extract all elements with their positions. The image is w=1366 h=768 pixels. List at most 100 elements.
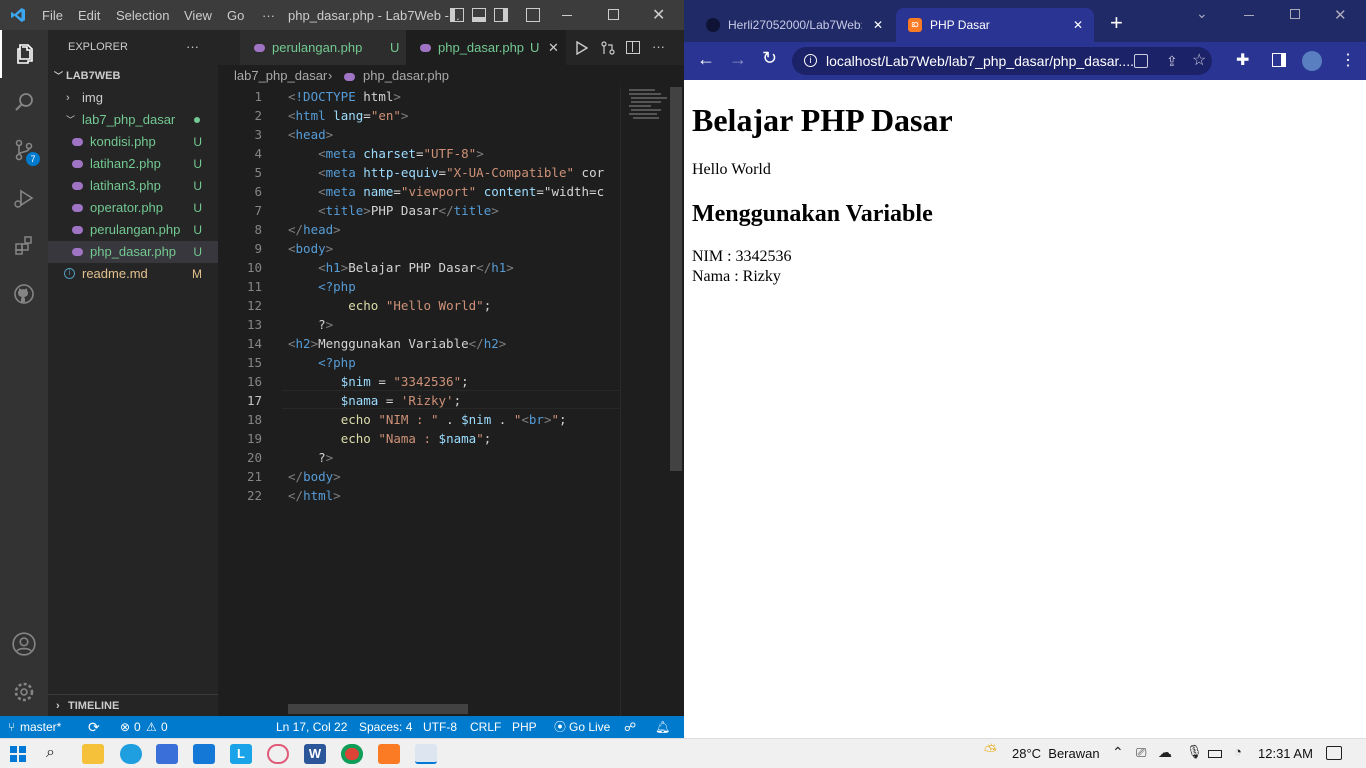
explorer-more-button[interactable]: ··· <box>186 39 199 54</box>
share-icon[interactable]: ⇪ <box>1166 47 1178 75</box>
browser-tab-github[interactable]: Herli27052000/Lab7Web: l ✕ <box>698 8 892 42</box>
horizontal-scrollbar[interactable] <box>288 704 468 714</box>
run-icon[interactable] <box>576 40 589 60</box>
notification-center-icon[interactable] <box>1326 746 1342 760</box>
tree-file-readme[interactable]: i readme.md M <box>48 263 218 285</box>
tree-file-operator[interactable]: operator.php U <box>48 197 218 219</box>
vscode-icon[interactable] <box>415 744 437 764</box>
chevron-up-icon[interactable]: ⌃ <box>1112 744 1124 761</box>
bookmark-star-icon[interactable]: ☆ <box>1192 47 1206 75</box>
tree-file-php-dasar[interactable]: php_dasar.php U <box>48 241 218 263</box>
run-debug-icon[interactable] <box>0 174 48 222</box>
onedrive-icon[interactable]: ☁︎ <box>1158 744 1172 761</box>
tab-search-icon[interactable]: ⌄ <box>1196 5 1208 22</box>
settings-gear-icon[interactable] <box>0 668 48 716</box>
indentation[interactable]: Spaces: 4 <box>359 716 412 738</box>
word-icon[interactable]: W <box>304 744 326 764</box>
url-text[interactable]: localhost/Lab7Web/lab7_php_dasar/php_das… <box>826 47 1134 75</box>
go-live-button[interactable]: Go Live <box>569 716 610 738</box>
secondary-sidebar-icon[interactable] <box>494 8 508 22</box>
feedback-icon[interactable]: ☍ <box>624 716 636 738</box>
menu-view[interactable]: View <box>184 8 212 23</box>
lightshot-icon[interactable]: L <box>230 744 252 764</box>
windows-start-icon[interactable] <box>10 746 26 762</box>
explorer-icon[interactable] <box>0 30 48 78</box>
menu-more[interactable]: ··· <box>262 8 275 23</box>
close-tab-icon[interactable]: ✕ <box>873 8 883 42</box>
back-arrow-icon[interactable]: ← <box>697 49 715 70</box>
open-changes-icon[interactable] <box>600 40 616 61</box>
tree-file-latihan3[interactable]: latihan3.php U <box>48 175 218 197</box>
close-window-icon[interactable]: ✕ <box>1334 6 1347 24</box>
store-icon[interactable] <box>156 744 178 764</box>
file-explorer-icon[interactable] <box>82 744 104 764</box>
workspace-root[interactable]: ﹀ LAB7WEB <box>48 65 218 87</box>
branch-name[interactable]: master* <box>20 716 61 738</box>
source-control-icon[interactable]: 7 <box>0 126 48 174</box>
search-icon[interactable] <box>0 78 48 126</box>
address-bar[interactable]: i localhost/Lab7Web/lab7_php_dasar/php_d… <box>792 47 1212 75</box>
close-tab-icon[interactable]: ✕ <box>548 30 559 65</box>
chrome-icon[interactable] <box>341 744 363 764</box>
tree-folder-img[interactable]: › img <box>48 87 218 109</box>
tab-perulangan[interactable]: perulangan.php U <box>240 30 406 65</box>
browser-tab-php-dasar[interactable]: ఐ PHP Dasar ✕ <box>896 8 1094 42</box>
mail-icon[interactable] <box>193 744 215 764</box>
timeline-section[interactable]: › TIMELINE <box>48 694 218 716</box>
vertical-scrollbar[interactable] <box>670 87 682 471</box>
breadcrumb-file[interactable]: php_dasar.php <box>363 65 449 87</box>
errors-icon[interactable]: ⊗ <box>120 716 130 738</box>
editor-more-icon[interactable]: ··· <box>652 39 665 54</box>
menu-file[interactable]: File <box>42 8 63 23</box>
notifications-bell-icon[interactable]: 🔔︎ <box>655 716 670 738</box>
forward-arrow-icon[interactable]: → <box>729 49 747 70</box>
code-editor[interactable]: 1 2 3 4 5 6 7 8 9 10 11 12 13 14 15 16 17 18 19 20 21 22 <!DO… <box>218 87 684 716</box>
maximize-icon[interactable] <box>1290 9 1300 19</box>
split-editor-icon[interactable] <box>626 41 640 54</box>
search-icon[interactable]: ⌕ <box>46 744 55 762</box>
xampp-icon[interactable] <box>378 744 400 764</box>
new-tab-button[interactable]: + <box>1110 10 1123 36</box>
tree-file-latihan2[interactable]: latihan2.php U <box>48 153 218 175</box>
extensions-icon[interactable] <box>0 222 48 270</box>
encoding[interactable]: UTF-8 <box>423 716 457 738</box>
chrome-menu-icon[interactable]: ⋮ <box>1340 50 1356 70</box>
line-ending[interactable]: CRLF <box>470 716 501 738</box>
meet-now-icon[interactable]: ⎚ <box>1136 745 1146 761</box>
tab-php-dasar[interactable]: php_dasar.php U ✕ <box>406 30 566 65</box>
battery-icon[interactable] <box>1208 750 1222 758</box>
menu-edit[interactable]: Edit <box>78 8 100 23</box>
reload-icon[interactable]: ↻ <box>762 48 777 69</box>
language-mode[interactable]: PHP <box>512 716 537 738</box>
customize-layout-icon[interactable] <box>526 8 540 22</box>
sync-icon[interactable]: ⟳ <box>88 716 100 738</box>
tree-file-kondisi[interactable]: kondisi.php U <box>48 131 218 153</box>
maximize-icon[interactable] <box>608 9 619 20</box>
minimize-icon[interactable] <box>1244 15 1254 16</box>
breadcrumb-folder[interactable]: lab7_php_dasar <box>234 65 327 87</box>
site-info-icon[interactable]: i <box>804 54 817 67</box>
tree-file-perulangan[interactable]: perulangan.php U <box>48 219 218 241</box>
warnings-icon[interactable]: ⚠ <box>146 716 157 738</box>
translate-icon[interactable] <box>1134 54 1148 68</box>
edge-icon[interactable] <box>120 744 142 764</box>
snipping-tool-icon[interactable] <box>267 744 289 764</box>
extensions-puzzle-icon[interactable]: ✚ <box>1236 50 1249 70</box>
github-icon[interactable] <box>0 270 48 318</box>
weather-text[interactable]: 28°C Berawan <box>1012 746 1100 761</box>
cursor-position[interactable]: Ln 17, Col 22 <box>276 716 347 738</box>
close-tab-icon[interactable]: ✕ <box>1073 8 1083 42</box>
profile-avatar[interactable] <box>1302 51 1322 71</box>
menu-selection[interactable]: Selection <box>116 8 169 23</box>
layout-toggle-icon[interactable] <box>450 8 464 22</box>
panel-toggle-icon[interactable] <box>472 8 486 22</box>
minimap[interactable] <box>620 87 672 716</box>
clock[interactable]: 12:31 AM <box>1258 746 1313 761</box>
side-panel-icon[interactable] <box>1272 53 1286 67</box>
tree-folder-lab7-php-dasar[interactable]: ﹀ lab7_php_dasar <box>48 109 218 131</box>
minimize-icon[interactable] <box>562 15 572 16</box>
microphone-icon[interactable]: 🎙︎ <box>1186 744 1203 760</box>
wifi-icon[interactable]: ◔ <box>1234 744 1242 759</box>
menu-go[interactable]: Go <box>227 8 244 23</box>
close-window-icon[interactable]: ✕ <box>652 5 665 25</box>
